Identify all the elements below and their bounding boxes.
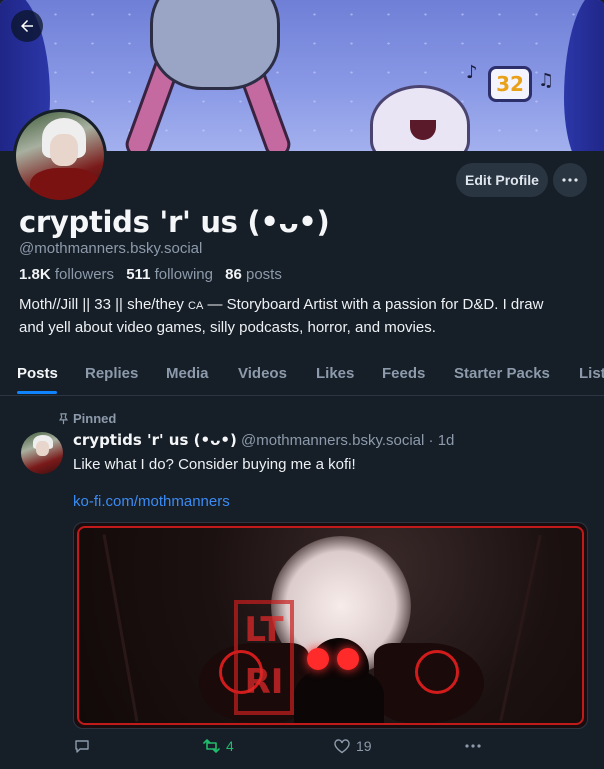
tab-media[interactable]: Media <box>166 365 209 382</box>
reply-icon <box>75 740 89 753</box>
back-button[interactable] <box>11 10 43 42</box>
embed-tree <box>102 534 139 722</box>
post-author-name[interactable]: cryptids 'r' us (•ᴗ•) <box>73 431 237 449</box>
post-text: Like what I do? Consider buying me a kof… <box>73 456 356 473</box>
bio-text: — Storyboard Artist with a passion for D… <box>203 296 544 313</box>
repost-count: 4 <box>226 738 234 754</box>
back-arrow-icon <box>21 20 33 32</box>
following-count: 511 <box>126 266 151 283</box>
pinned-label: Pinned <box>73 411 117 426</box>
bio-text: Moth//Jill || 33 || she/they <box>19 296 188 313</box>
pinned-indicator: Pinned <box>58 411 116 426</box>
post-author-avatar[interactable] <box>21 432 63 474</box>
edit-profile-button[interactable]: Edit Profile <box>456 163 548 197</box>
tab-lists[interactable]: Lists <box>579 365 604 382</box>
music-note-icon: ♪ <box>466 62 478 83</box>
repost-button[interactable]: 4 <box>203 738 234 754</box>
embed-wing-ring <box>415 650 459 694</box>
followers-count: 1.8K <box>19 266 51 283</box>
tab-posts[interactable]: Posts <box>17 365 58 382</box>
post-separator: · <box>424 432 438 449</box>
avatar-face <box>50 134 78 166</box>
embed-moth-eye <box>307 648 329 670</box>
like-button[interactable]: 19 <box>334 738 372 754</box>
active-tab-indicator <box>17 391 57 394</box>
tab-starter-packs[interactable]: Starter Packs <box>454 365 550 382</box>
post-actions: 4 19 <box>0 736 604 760</box>
profile-avatar[interactable] <box>13 109 107 203</box>
avatar-face <box>36 441 49 456</box>
repost-icon <box>203 739 220 753</box>
tab-feeds[interactable]: Feeds <box>382 365 425 382</box>
profile-handle: @mothmanners.bsky.social <box>19 240 203 257</box>
post-time[interactable]: 1d <box>438 432 455 449</box>
post-more-button[interactable] <box>465 744 481 748</box>
music-note-icon: ♫ <box>538 70 555 91</box>
embed-stamp: LT RI <box>234 600 294 715</box>
embed-moth-eye <box>337 648 359 670</box>
tab-likes[interactable]: Likes <box>316 365 354 382</box>
more-icon <box>465 744 481 748</box>
profile-tabs: Posts Replies Media Videos Likes Feeds S… <box>0 356 604 396</box>
d20-dice-icon: 32 <box>488 66 532 102</box>
heart-icon <box>334 738 350 753</box>
posts-label: posts <box>246 266 282 283</box>
following-label: following <box>154 266 213 283</box>
tab-videos[interactable]: Videos <box>238 365 287 382</box>
post-author-handle[interactable]: @mothmanners.bsky.social <box>241 432 424 449</box>
profile-more-button[interactable] <box>553 163 587 197</box>
profile-display-name: cryptids 'r' us (•ᴗ•) <box>19 205 330 239</box>
profile-bio: Moth//Jill || 33 || she/they CA — Storyb… <box>19 294 594 338</box>
post-link[interactable]: ko-fi.com/mothmanners <box>73 493 230 510</box>
bio-text: and yell about video games, silly podcas… <box>19 319 436 336</box>
reply-button[interactable] <box>74 738 90 754</box>
embed-artwork: LT RI <box>77 526 584 725</box>
bio-ca-tag: CA <box>188 300 204 312</box>
like-count: 19 <box>356 738 372 754</box>
ellipsis-icon <box>562 178 578 182</box>
followers-label: followers <box>54 266 115 283</box>
tab-replies[interactable]: Replies <box>85 365 138 382</box>
posts-stat: 86 posts <box>225 266 286 283</box>
followers-stat[interactable]: 1.8K followers <box>19 266 118 283</box>
post-embed-image[interactable]: LT RI <box>73 522 588 729</box>
embed-tree <box>499 534 542 722</box>
avatar-coat <box>30 168 100 200</box>
post-header: cryptids 'r' us (•ᴗ•) @mothmanners.bsky.… <box>73 431 454 449</box>
profile-stats: 1.8K followers 511 following 86 posts <box>19 266 290 283</box>
dice-number: 32 <box>496 72 524 96</box>
following-stat[interactable]: 511 following <box>126 266 217 283</box>
posts-count: 86 <box>225 266 242 283</box>
banner-illustration-creature <box>150 0 280 90</box>
pin-icon <box>58 412 69 424</box>
